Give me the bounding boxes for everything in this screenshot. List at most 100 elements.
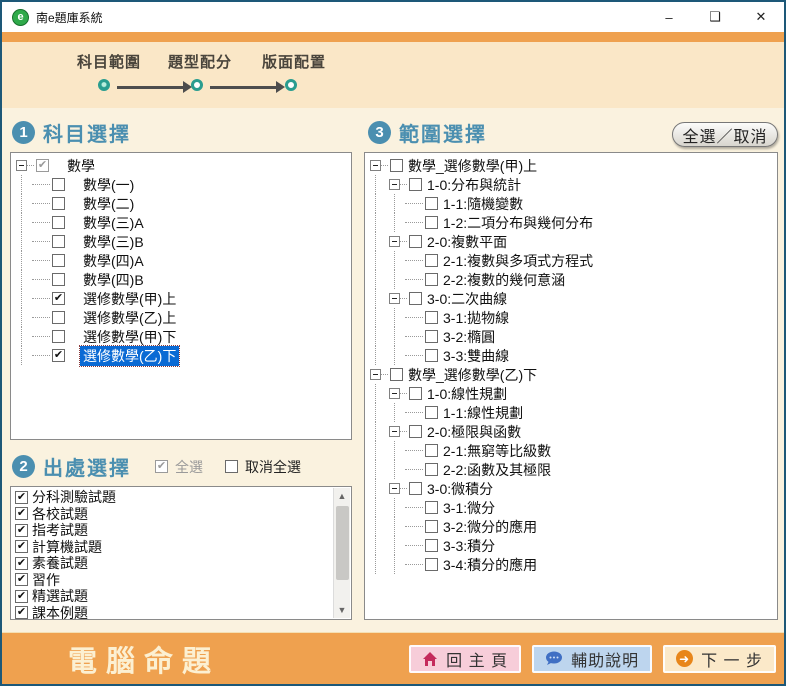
select-all-checkbox[interactable]: 全選 <box>153 457 203 477</box>
tree-item-label[interactable]: 3-3:積分 <box>440 536 498 556</box>
tree-item-label[interactable]: 數學(四)A <box>80 251 147 271</box>
tree-item-label[interactable]: 數學(一) <box>80 175 137 195</box>
checkbox-empty[interactable] <box>425 330 438 343</box>
tree-item-label[interactable]: 3-4:積分的應用 <box>440 555 540 575</box>
tree-item-label[interactable]: 數學(三)A <box>80 213 147 233</box>
collapse-icon[interactable] <box>389 179 400 190</box>
collapse-icon[interactable] <box>16 160 27 171</box>
tree-row[interactable]: 數學(一) <box>13 175 349 194</box>
tree-item-label[interactable]: 選修數學(甲)上 <box>80 289 179 309</box>
tree-item-label[interactable]: 1-0:分布與統計 <box>424 175 524 195</box>
tree-row[interactable]: 數學(三)B <box>13 232 349 251</box>
tree-row[interactable]: 2-0:極限與函數 <box>367 422 775 441</box>
checkbox-empty[interactable] <box>409 292 422 305</box>
tree-row[interactable]: 數學(二) <box>13 194 349 213</box>
deselect-all-checkbox[interactable]: 取消全選 <box>223 457 301 477</box>
tree-item-label[interactable]: 3-2:橢圓 <box>440 327 498 347</box>
tree-row[interactable]: 3-1:微分 <box>367 498 775 517</box>
checkbox-checked[interactable] <box>52 349 65 362</box>
checkbox-empty[interactable] <box>409 425 422 438</box>
tree-row[interactable]: 1-1:隨機變數 <box>367 194 775 213</box>
checkbox-empty[interactable] <box>409 482 422 495</box>
checkbox-empty[interactable] <box>52 273 65 286</box>
maximize-button[interactable]: ❑ <box>692 2 738 32</box>
tree-row[interactable]: 2-1:複數與多項式方程式 <box>367 251 775 270</box>
tree-row[interactable]: 數學(四)B <box>13 270 349 289</box>
tree-row[interactable]: 3-0:微積分 <box>367 479 775 498</box>
tree-row[interactable]: 2-2:複數的幾何意涵 <box>367 270 775 289</box>
checkbox-empty[interactable] <box>425 520 438 533</box>
tree-item-label[interactable]: 3-3:雙曲線 <box>440 346 512 366</box>
close-button[interactable]: ✕ <box>738 2 784 32</box>
tree-item-label[interactable]: 3-0:二次曲線 <box>424 289 510 309</box>
checkbox-checked[interactable] <box>15 573 28 586</box>
collapse-icon[interactable] <box>389 236 400 247</box>
checkbox-empty[interactable] <box>390 159 403 172</box>
scrollbar[interactable]: ▲ ▼ <box>333 488 350 618</box>
checkbox-empty[interactable] <box>390 368 403 381</box>
next-step-button[interactable]: ➜ 下 一 步 <box>663 645 776 673</box>
tree-row[interactable]: 1-2:二項分布與幾何分布 <box>367 213 775 232</box>
checkbox-empty[interactable] <box>425 463 438 476</box>
checkbox-checked[interactable] <box>15 507 28 520</box>
checkbox-empty[interactable] <box>52 235 65 248</box>
tree-row[interactable]: 1-1:線性規劃 <box>367 403 775 422</box>
checkbox-empty[interactable] <box>52 330 65 343</box>
tree-item-label[interactable]: 3-1:拋物線 <box>440 308 512 328</box>
list-item[interactable]: 課本例題 <box>14 605 348 621</box>
help-button[interactable]: 輔助說明 <box>532 645 652 673</box>
checkbox-empty[interactable] <box>52 178 65 191</box>
checkbox-empty[interactable] <box>425 444 438 457</box>
checkbox-empty[interactable] <box>52 311 65 324</box>
tree-item-label[interactable]: 1-0:線性規劃 <box>424 384 510 404</box>
tree-row[interactable]: 2-2:函數及其極限 <box>367 460 775 479</box>
tree-row[interactable]: 選修數學(乙)下 <box>13 346 349 365</box>
checkbox-checked[interactable] <box>15 590 28 603</box>
tree-row[interactable]: 選修數學(甲)上 <box>13 289 349 308</box>
checkbox-checked[interactable] <box>15 491 28 504</box>
tree-item-label[interactable]: 2-0:複數平面 <box>424 232 510 252</box>
tree-row[interactable]: 3-2:橢圓 <box>367 327 775 346</box>
checkbox-empty[interactable] <box>425 539 438 552</box>
collapse-icon[interactable] <box>370 369 381 380</box>
tree-item-label[interactable]: 數學 <box>64 156 98 176</box>
tree-row[interactable]: 3-4:積分的應用 <box>367 555 775 574</box>
tree-item-label[interactable]: 1-1:隨機變數 <box>440 194 526 214</box>
tree-item-label[interactable]: 2-2:函數及其極限 <box>440 460 554 480</box>
checkbox-empty[interactable] <box>52 197 65 210</box>
checkbox-checked[interactable] <box>36 159 49 172</box>
checkbox-empty[interactable] <box>425 406 438 419</box>
tree-row[interactable]: 選修數學(甲)下 <box>13 327 349 346</box>
tree-item-label[interactable]: 選修數學(乙)上 <box>80 308 179 328</box>
tree-row[interactable]: 數學(四)A <box>13 251 349 270</box>
tree-row[interactable]: 數學_選修數學(甲)上 <box>367 156 775 175</box>
tree-row[interactable]: 3-3:雙曲線 <box>367 346 775 365</box>
checkbox-empty[interactable] <box>425 311 438 324</box>
tree-row[interactable]: 2-1:無窮等比級數 <box>367 441 775 460</box>
tree-row[interactable]: 1-0:分布與統計 <box>367 175 775 194</box>
tree-row[interactable]: 數學(三)A <box>13 213 349 232</box>
tree-row[interactable]: 數學 <box>13 156 349 175</box>
tree-item-label[interactable]: 1-2:二項分布與幾何分布 <box>440 213 596 233</box>
tree-row[interactable]: 2-0:複數平面 <box>367 232 775 251</box>
checkbox-empty[interactable] <box>52 254 65 267</box>
checkbox-empty[interactable] <box>409 387 422 400</box>
home-button[interactable]: 回 主 頁 <box>409 645 521 673</box>
scroll-up-icon[interactable]: ▲ <box>334 488 350 504</box>
checkbox-checked[interactable] <box>52 292 65 305</box>
list-item[interactable]: 素養試題 <box>14 555 348 572</box>
collapse-icon[interactable] <box>389 293 400 304</box>
tree-item-label[interactable]: 數學_選修數學(甲)上 <box>405 156 540 176</box>
checkbox-empty[interactable] <box>425 197 438 210</box>
tree-item-label[interactable]: 數學(三)B <box>80 232 147 252</box>
checkbox-checked[interactable] <box>15 540 28 553</box>
checkbox-checked[interactable] <box>15 557 28 570</box>
checkbox-checked[interactable] <box>15 606 28 619</box>
tree-item-label[interactable]: 數學_選修數學(乙)下 <box>405 365 540 385</box>
checkbox-empty[interactable] <box>52 216 65 229</box>
select-toggle-button[interactable]: 全選／取消 <box>672 122 778 147</box>
checkbox-empty[interactable] <box>425 273 438 286</box>
tree-item-label[interactable]: 2-2:複數的幾何意涵 <box>440 270 568 290</box>
scroll-down-icon[interactable]: ▼ <box>334 602 350 618</box>
collapse-icon[interactable] <box>389 388 400 399</box>
